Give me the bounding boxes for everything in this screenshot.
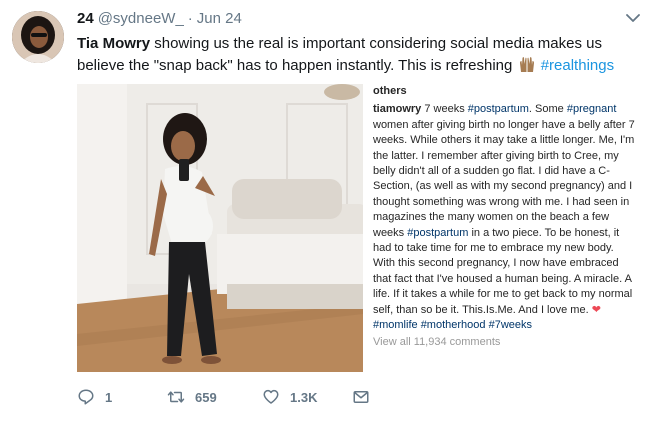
separator-dot: · xyxy=(187,10,193,27)
caption-text: tiamowry 7 weeks #postpartum. Some #preg… xyxy=(373,102,636,333)
caption-hashtag: #postpartum xyxy=(407,226,469,239)
tweet-date[interactable]: Jun 24 xyxy=(197,10,242,27)
tweet-actions: 1 659 1.3K xyxy=(77,387,380,407)
caption-hashtag: #7weeks xyxy=(488,319,532,332)
view-all-comments: View all 11,934 comments xyxy=(373,335,501,348)
tweet-text: Tia Mowry showing us the real is importa… xyxy=(77,33,647,77)
retweet-count: 659 xyxy=(195,389,217,405)
retweet-icon xyxy=(167,391,185,403)
caption-part: women after giving birth no longer have … xyxy=(373,118,635,239)
like-count: 1.3K xyxy=(290,389,318,405)
others-label: others xyxy=(373,85,407,97)
red-heart-emoji: ❤ xyxy=(591,303,601,316)
caption-hashtag: #momlife xyxy=(373,319,418,332)
caption-part: in a two piece. To be honest, it had to … xyxy=(373,226,633,316)
caption-hashtag: #motherhood xyxy=(420,319,486,332)
like-button[interactable]: 1.3K xyxy=(262,388,352,406)
caption-hashtag: #postpartum xyxy=(467,103,529,116)
postpartum-photo[interactable] xyxy=(77,84,363,372)
avatar[interactable] xyxy=(12,11,64,63)
direct-message-button[interactable] xyxy=(352,388,380,406)
caption-part: . Some xyxy=(528,103,567,116)
reply-icon xyxy=(78,389,94,405)
mentioned-name[interactable]: Tia Mowry xyxy=(77,35,150,52)
envelope-icon xyxy=(353,391,369,403)
chevron-down-icon[interactable] xyxy=(625,10,641,26)
instagram-caption: others tiamowry 7 weeks #postpartum. Som… xyxy=(373,84,636,372)
heart-icon xyxy=(263,389,279,404)
retweet-button[interactable]: 659 xyxy=(167,388,262,406)
hashtag-link[interactable]: #realthings xyxy=(541,57,614,74)
reply-count: 1 xyxy=(105,389,113,405)
caption-part: 7 weeks xyxy=(421,103,468,116)
user-handle[interactable]: @sydneeW_ xyxy=(98,10,184,27)
display-name[interactable]: 24 xyxy=(77,10,94,27)
caption-username: tiamowry xyxy=(373,103,422,116)
caption-hashtag: #pregnant xyxy=(566,103,617,116)
tweet-header: 24 @sydneeW_ · Jun 24 xyxy=(77,10,645,30)
raised-hands-emoji-icon xyxy=(519,57,534,72)
reply-button[interactable]: 1 xyxy=(77,388,167,406)
embedded-media[interactable]: others tiamowry 7 weeks #postpartum. Som… xyxy=(77,84,636,372)
